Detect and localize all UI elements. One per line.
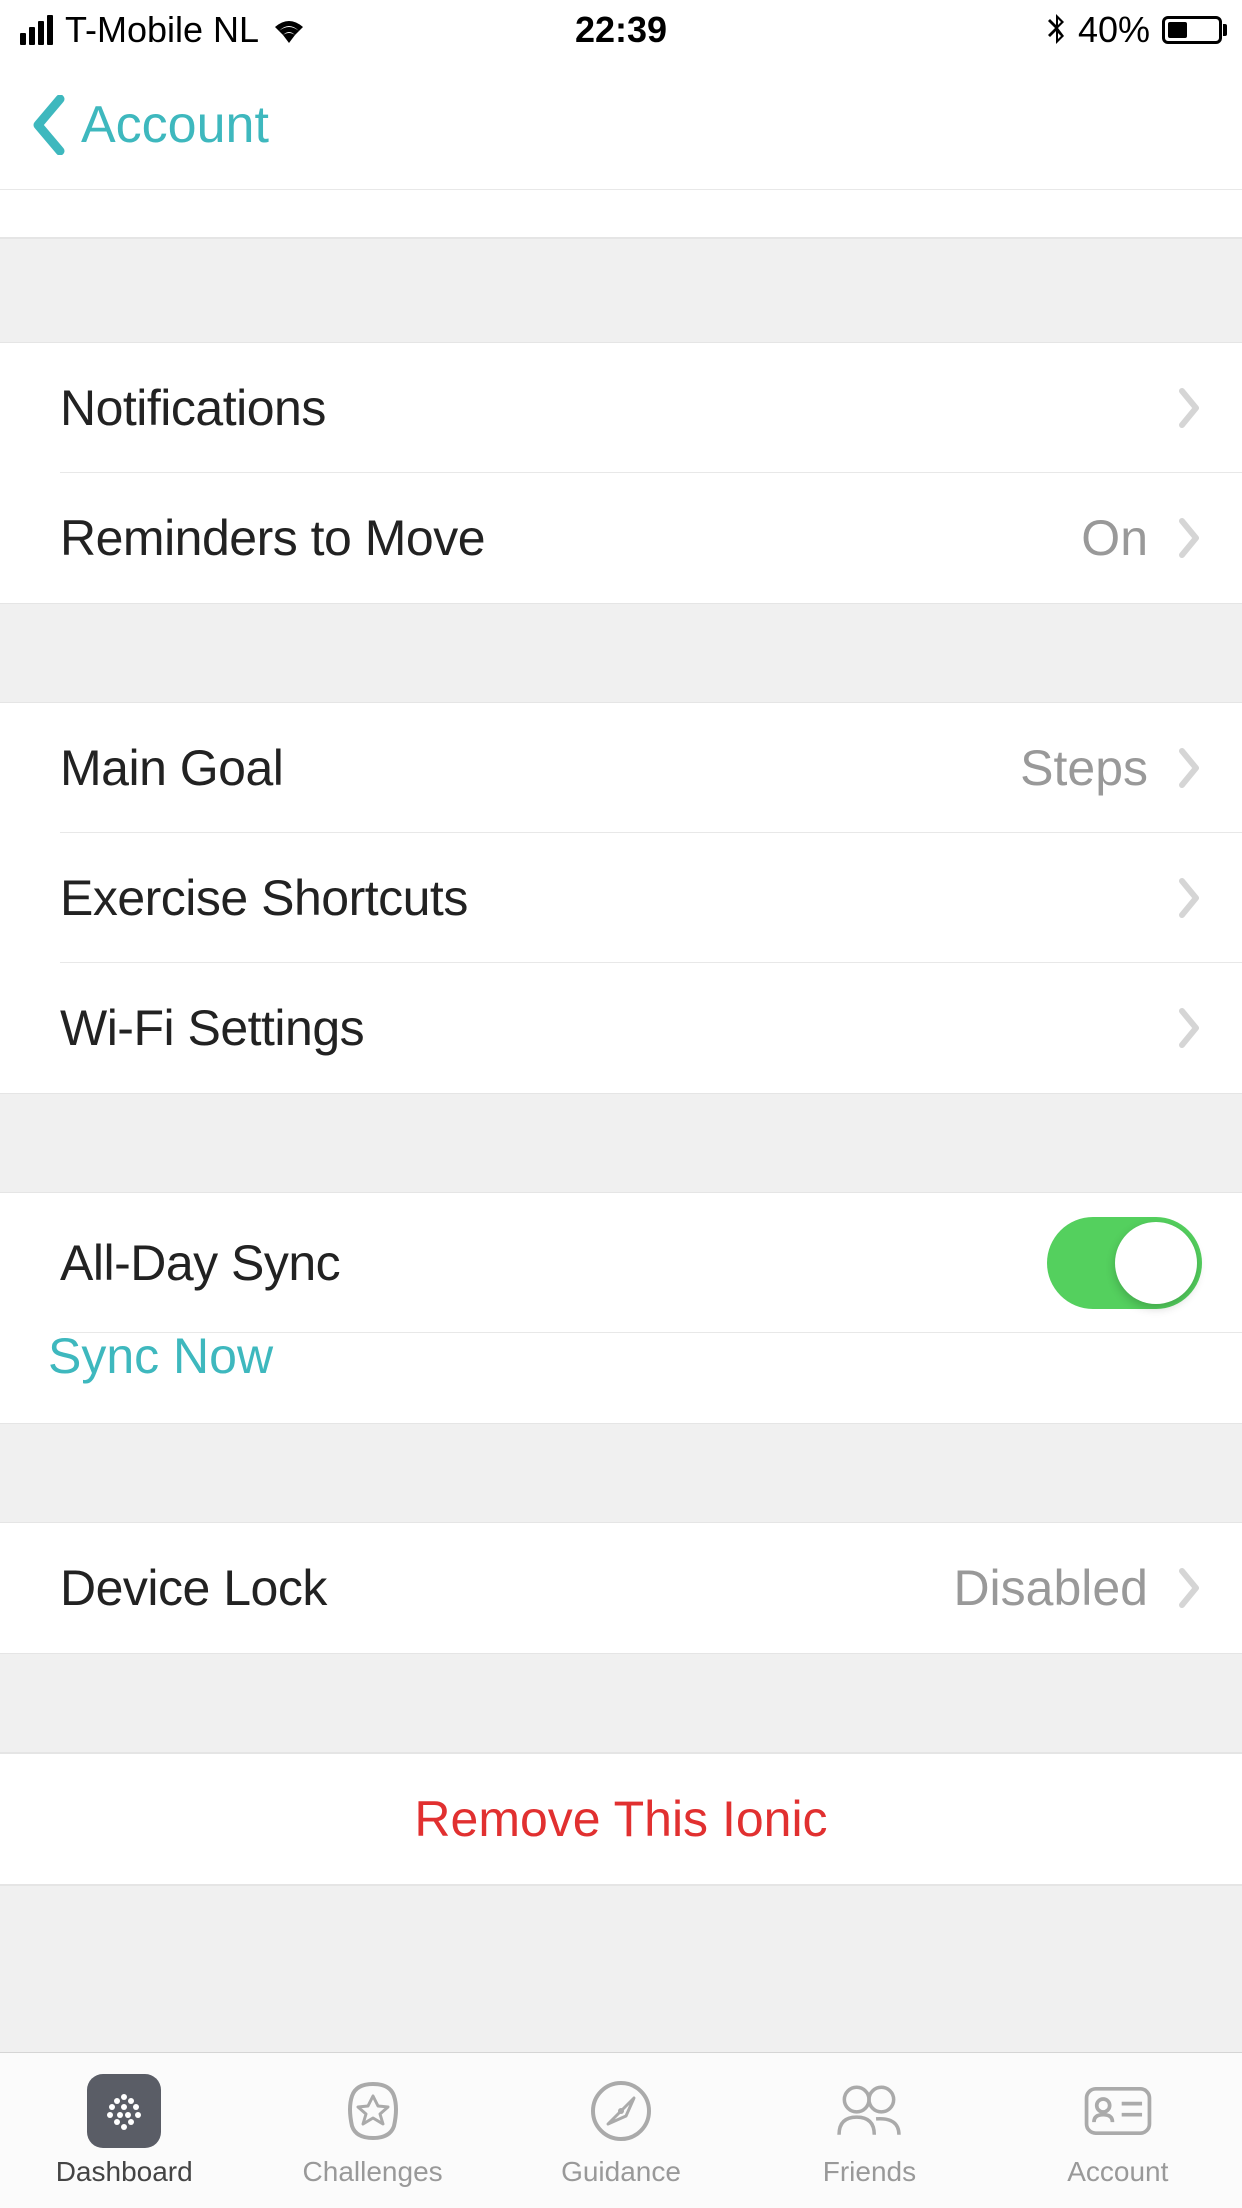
wifi-icon [271, 17, 307, 43]
section-gap [0, 238, 1242, 343]
section-gap [0, 1423, 1242, 1523]
tab-bar: Dashboard Challenges Guidance [0, 2052, 1242, 2208]
tab-label: Challenges [303, 2156, 443, 2188]
section-gap [0, 603, 1242, 703]
nav-header: Account [0, 60, 1242, 190]
section-gap [0, 1653, 1242, 1753]
row-notifications[interactable]: Notifications [60, 343, 1242, 473]
guidance-icon [584, 2074, 658, 2148]
back-button[interactable]: Account [30, 95, 269, 155]
signal-icon [20, 15, 53, 45]
bottom-gap [0, 1885, 1242, 2052]
tab-account[interactable]: Account [994, 2053, 1242, 2208]
row-allday-sync: All-Day Sync [60, 1193, 1242, 1333]
tab-label: Friends [823, 2156, 916, 2188]
battery-icon [1162, 16, 1222, 44]
content: Notifications Reminders to Move On Main … [0, 190, 1242, 2052]
status-time: 22:39 [421, 9, 822, 51]
tab-friends[interactable]: Friends [745, 2053, 993, 2208]
tab-label: Dashboard [56, 2156, 193, 2188]
chevron-right-icon [1178, 747, 1202, 789]
row-value: Disabled [953, 1559, 1148, 1617]
chevron-right-icon [1178, 877, 1202, 919]
section-notifications: Notifications Reminders to Move On [0, 343, 1242, 603]
toggle-knob [1115, 1222, 1197, 1304]
remove-label: Remove This Ionic [414, 1790, 827, 1848]
toggle-allday-sync[interactable] [1047, 1217, 1202, 1309]
status-right: 40% [821, 9, 1222, 51]
row-device-lock[interactable]: Device Lock Disabled [60, 1523, 1242, 1653]
status-left: T-Mobile NL [20, 9, 421, 51]
tab-dashboard[interactable]: Dashboard [0, 2053, 248, 2208]
row-exercise-shortcuts[interactable]: Exercise Shortcuts [60, 833, 1242, 963]
tab-guidance[interactable]: Guidance [497, 2053, 745, 2208]
row-label: Notifications [60, 379, 1178, 437]
row-label: Device Lock [60, 1559, 953, 1617]
friends-icon [832, 2074, 906, 2148]
sync-now-label: Sync Now [48, 1327, 273, 1425]
bluetooth-icon [1046, 13, 1066, 47]
chevron-right-icon [1178, 1567, 1202, 1609]
tab-challenges[interactable]: Challenges [248, 2053, 496, 2208]
row-label: Main Goal [60, 739, 1020, 797]
back-label: Account [81, 95, 269, 155]
carrier-label: T-Mobile NL [65, 9, 259, 51]
challenges-icon [336, 2074, 410, 2148]
chevron-left-icon [30, 95, 66, 155]
chevron-right-icon [1178, 1007, 1202, 1049]
row-sync-now[interactable]: Sync Now [60, 1333, 1242, 1423]
tab-label: Account [1067, 2156, 1168, 2188]
row-reminders[interactable]: Reminders to Move On [60, 473, 1242, 603]
dashboard-icon [87, 2074, 161, 2148]
chevron-right-icon [1178, 387, 1202, 429]
row-wifi-settings[interactable]: Wi-Fi Settings [60, 963, 1242, 1093]
battery-percent: 40% [1078, 9, 1150, 51]
row-label: Reminders to Move [60, 509, 1081, 567]
row-value: On [1081, 509, 1148, 567]
row-main-goal[interactable]: Main Goal Steps [60, 703, 1242, 833]
section-goals: Main Goal Steps Exercise Shortcuts Wi-Fi… [0, 703, 1242, 1093]
tab-label: Guidance [561, 2156, 681, 2188]
section-device-lock: Device Lock Disabled [0, 1523, 1242, 1653]
row-remove-device[interactable]: Remove This Ionic [0, 1753, 1242, 1885]
section-gap [0, 1093, 1242, 1193]
status-bar: T-Mobile NL 22:39 40% [0, 0, 1242, 60]
row-label: All-Day Sync [60, 1234, 1047, 1292]
account-icon [1081, 2074, 1155, 2148]
section-sync: All-Day Sync Sync Now [0, 1193, 1242, 1423]
row-value: Steps [1020, 739, 1148, 797]
row-label: Exercise Shortcuts [60, 869, 1178, 927]
row-label: Wi-Fi Settings [60, 999, 1178, 1057]
spacer [0, 190, 1242, 238]
chevron-right-icon [1178, 517, 1202, 559]
